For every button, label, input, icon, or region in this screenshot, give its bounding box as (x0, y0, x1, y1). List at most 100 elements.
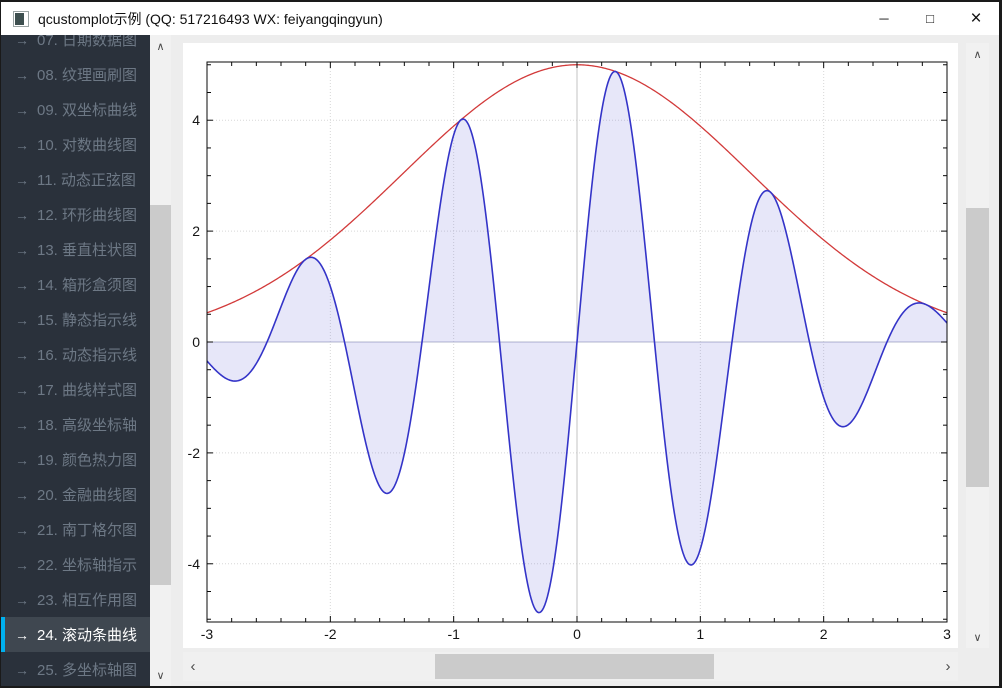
sidebar-item[interactable]: → 25. 多坐标轴图 (1, 652, 150, 686)
sidebar-item-label: 18. 高级坐标轴 (37, 417, 138, 434)
sidebar-item-label: 15. 静态指示线 (37, 312, 138, 329)
arrow-icon: → (15, 661, 29, 678)
arrow-icon: → (15, 591, 29, 608)
sidebar-item[interactable]: → 16. 动态指示线 (1, 337, 150, 372)
arrow-icon: → (15, 35, 29, 48)
arrow-icon: → (15, 346, 29, 363)
sidebar-item[interactable]: → 14. 箱形盒须图 (1, 267, 150, 302)
sidebar-item-label: 17. 曲线样式图 (37, 382, 138, 399)
window-titlebar: qcustomplot示例 (QQ: 517216493 WX: feiyang… (1, 2, 999, 35)
scroll-up-button[interactable]: ∧ (150, 37, 171, 55)
sidebar-item-label: 07. 日期数据图 (37, 35, 138, 49)
sidebar-item-label: 23. 相互作用图 (37, 592, 138, 609)
sidebar-item-label: 10. 对数曲线图 (37, 137, 138, 154)
scroll-down-button[interactable]: ∨ (966, 628, 989, 646)
arrow-icon: → (15, 136, 29, 153)
sidebar-item[interactable]: → 08. 纹理画刷图 (1, 57, 150, 92)
sidebar-item-label: 21. 南丁格尔图 (37, 522, 138, 539)
window-title: qcustomplot示例 (QQ: 517216493 WX: feiyang… (38, 10, 383, 27)
app-icon-fill (15, 12, 24, 25)
arrow-icon: → (15, 521, 29, 538)
arrow-icon: → (15, 66, 29, 83)
arrow-icon: → (15, 486, 29, 503)
sidebar-item-label: 22. 坐标轴指示 (37, 557, 138, 574)
close-icon: × (970, 7, 982, 29)
sidebar-item-label: 09. 双坐标曲线 (37, 102, 138, 119)
y-tick-label: 2 (192, 223, 200, 239)
sidebar-item[interactable]: → 10. 对数曲线图 (1, 127, 150, 162)
close-button[interactable]: × (953, 2, 999, 35)
maximize-button[interactable]: □ (907, 2, 953, 35)
arrow-icon: → (15, 206, 29, 223)
sidebar-item[interactable]: → 23. 相互作用图 (1, 582, 150, 617)
sidebar-item[interactable]: → 12. 环形曲线图 (1, 197, 150, 232)
scroll-left-button[interactable]: ‹ (183, 652, 203, 681)
x-tick-label: 1 (696, 626, 704, 642)
arrow-icon: → (15, 276, 29, 293)
arrow-icon: → (15, 381, 29, 398)
arrow-icon: → (15, 311, 29, 328)
sidebar-scrollbar[interactable]: ∧ ∨ (150, 35, 171, 686)
sidebar-item[interactable]: → 21. 南丁格尔图 (1, 512, 150, 547)
sidebar-item-label: 20. 金融曲线图 (37, 487, 138, 504)
sidebar-item[interactable]: → 11. 动态正弦图 (1, 162, 150, 197)
sidebar-item-label: 14. 箱形盒须图 (37, 277, 138, 294)
plot-widget[interactable]: -3 -2 -1 0 1 2 3 4 2 0 -2 -4 (183, 43, 958, 648)
scroll-right-button[interactable]: › (938, 652, 958, 681)
sidebar-item[interactable]: → 24. 滚动条曲线 (1, 617, 150, 652)
sidebar-item-label: 13. 垂直柱状图 (37, 242, 138, 259)
sidebar-item[interactable]: → 09. 双坐标曲线 (1, 92, 150, 127)
y-tick-label: 4 (192, 112, 200, 128)
sidebar-item[interactable]: → 07. 日期数据图 (1, 35, 150, 57)
scroll-down-button[interactable]: ∨ (150, 666, 171, 684)
vertical-scrollbar-thumb[interactable] (966, 208, 989, 487)
x-tick-label: -3 (201, 626, 214, 642)
app-window: qcustomplot示例 (QQ: 517216493 WX: feiyang… (0, 0, 1002, 688)
arrow-icon: → (15, 416, 29, 433)
sidebar: → 07. 日期数据图 → 08. 纹理画刷图 → 09. 双坐标曲线 → 10. 对数曲线图… (1, 35, 150, 686)
sidebar-item[interactable]: → 13. 垂直柱状图 (1, 232, 150, 267)
sidebar-item[interactable]: → 22. 坐标轴指示 (1, 547, 150, 582)
window-border (0, 0, 1002, 2)
sidebar-item-label: 08. 纹理画刷图 (37, 67, 138, 84)
maximize-icon: □ (926, 11, 934, 26)
main-area: -3 -2 -1 0 1 2 3 4 2 0 -2 -4 ‹ › ∧ ∨ (171, 35, 999, 686)
window-border (0, 0, 1, 688)
x-tick-label: 2 (820, 626, 828, 642)
arrow-icon: → (15, 171, 29, 188)
minimize-button[interactable]: ─ (861, 2, 907, 35)
vertical-scrollbar[interactable]: ∧ ∨ (966, 43, 989, 648)
x-tick-label: 0 (573, 626, 581, 642)
sidebar-item[interactable]: → 19. 颜色热力图 (1, 442, 150, 477)
arrow-icon: → (15, 101, 29, 118)
sidebar-item[interactable]: → 18. 高级坐标轴 (1, 407, 150, 442)
sidebar-item-label: 11. 动态正弦图 (37, 172, 136, 189)
arrow-icon: → (15, 626, 29, 643)
sidebar-item-label: 16. 动态指示线 (37, 347, 138, 364)
sidebar-item-label: 25. 多坐标轴图 (37, 662, 138, 679)
y-tick-label: 0 (192, 334, 200, 350)
y-tick-label: -4 (188, 556, 201, 572)
sidebar-item[interactable]: → 17. 曲线样式图 (1, 372, 150, 407)
x-tick-label: -2 (324, 626, 337, 642)
scroll-up-button[interactable]: ∧ (966, 45, 989, 63)
sidebar-list: → 07. 日期数据图 → 08. 纹理画刷图 → 09. 双坐标曲线 → 10. 对数曲线图… (1, 35, 150, 686)
horizontal-scrollbar-thumb[interactable] (435, 654, 714, 679)
arrow-icon: → (15, 451, 29, 468)
arrow-icon: → (15, 241, 29, 258)
sidebar-item[interactable]: → 15. 静态指示线 (1, 302, 150, 337)
x-tick-label: 3 (943, 626, 951, 642)
sidebar-item[interactable]: → 20. 金融曲线图 (1, 477, 150, 512)
sidebar-item-label: 24. 滚动条曲线 (37, 627, 138, 644)
horizontal-scrollbar[interactable]: ‹ › (183, 652, 958, 681)
sidebar-item-label: 12. 环形曲线图 (37, 207, 138, 224)
y-tick-label: -2 (188, 445, 201, 461)
arrow-icon: → (15, 556, 29, 573)
window-buttons: ─ □ × (861, 2, 999, 35)
sidebar-item-label: 19. 颜色热力图 (37, 452, 138, 469)
chart-canvas[interactable]: -3 -2 -1 0 1 2 3 4 2 0 -2 -4 (183, 43, 958, 648)
minimize-icon: ─ (879, 11, 889, 26)
sidebar-scrollbar-thumb[interactable] (150, 205, 171, 585)
x-tick-label: -1 (447, 626, 460, 642)
app-icon (13, 10, 29, 27)
